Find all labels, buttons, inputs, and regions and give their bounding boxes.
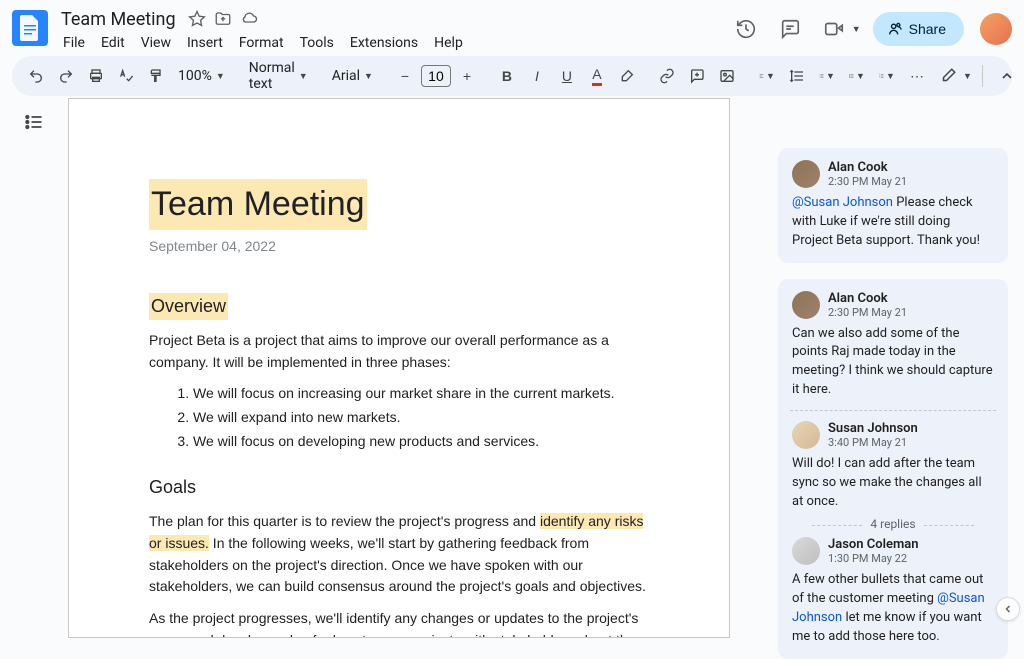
undo-button[interactable] [22, 62, 50, 90]
avatar [792, 291, 820, 319]
comment-time: 2:30 PM May 21 [828, 306, 907, 319]
document-page[interactable]: Team Meeting September 04, 2022 Overview… [68, 98, 730, 638]
checklist-button[interactable]: ▼ [813, 62, 841, 90]
highlight-color-button[interactable] [613, 62, 641, 90]
menu-tools[interactable]: Tools [293, 31, 341, 55]
star-icon[interactable] [187, 9, 207, 29]
chevron-down-icon[interactable]: ▼ [963, 71, 972, 82]
menu-edit[interactable]: Edit [94, 31, 132, 55]
menu-bar: File Edit View Insert Format Tools Exten… [56, 31, 730, 55]
font-size-input[interactable] [421, 65, 451, 87]
zoom-select[interactable]: 100%▼ [172, 64, 231, 88]
bold-button[interactable]: B [493, 62, 521, 90]
meet-icon[interactable] [818, 13, 850, 45]
comment-body: Can we also add some of the points Raj m… [792, 325, 994, 400]
header-right: ▼ Share [730, 8, 1012, 46]
print-button[interactable] [82, 62, 110, 90]
goals-heading: Goals [149, 474, 196, 501]
overview-body: Project Beta is a project that aims to i… [149, 330, 649, 373]
italic-button[interactable]: I [523, 62, 551, 90]
comment-author: Alan Cook [828, 160, 907, 175]
goals-paragraph-2: As the project progresses, we'll identif… [149, 608, 649, 638]
svg-text:1: 1 [879, 74, 880, 76]
link-button[interactable] [653, 62, 681, 90]
menu-extensions[interactable]: Extensions [343, 31, 425, 55]
comment-body: Will do! I can add after the team sync s… [792, 455, 994, 512]
chevron-down-icon[interactable]: ▼ [852, 24, 861, 35]
insert-image-button[interactable] [713, 62, 741, 90]
replies-count[interactable]: 4 replies [792, 511, 994, 537]
app-header: Team Meeting File Edit View Insert Forma… [0, 0, 1024, 52]
comment-time: 1:30 PM May 22 [828, 552, 919, 565]
list-item: We will focus on developing new products… [193, 431, 649, 452]
comment-author: Jason Coleman [828, 537, 919, 552]
toolbar: 100%▼ Normal text▼ Arial▼ − + B I U A ▼ … [12, 56, 1012, 96]
editing-mode-button[interactable] [933, 62, 963, 90]
comment-time: 2:30 PM May 21 [828, 175, 907, 188]
comment-body: A few other bullets that came out of the… [792, 571, 994, 646]
spellcheck-button[interactable] [112, 62, 140, 90]
comment-icon[interactable] [774, 13, 806, 45]
font-select[interactable]: Arial▼ [326, 64, 379, 88]
comment-author: Susan Johnson [828, 421, 918, 436]
align-button[interactable]: ▼ [753, 62, 781, 90]
decrease-font-button[interactable]: − [391, 62, 419, 90]
move-icon[interactable] [213, 9, 233, 29]
comment-time: 3:40 PM May 21 [828, 436, 918, 449]
more-button[interactable]: ⋯ [903, 62, 931, 90]
collapse-toolbar-button[interactable] [993, 62, 1021, 90]
share-label: Share [909, 21, 946, 37]
paint-format-button[interactable] [142, 62, 170, 90]
redo-button[interactable] [52, 62, 80, 90]
document-title[interactable]: Team Meeting [56, 6, 181, 33]
list-item: We will expand into new markets. [193, 407, 649, 428]
list-item: We will focus on increasing our market s… [193, 383, 649, 404]
docs-logo[interactable] [12, 10, 48, 46]
bulleted-list-button[interactable]: ▼ [843, 62, 871, 90]
doc-title-heading: Team Meeting [149, 179, 367, 230]
overview-heading: Overview [149, 293, 228, 320]
cloud-icon[interactable] [239, 9, 259, 29]
expand-side-panel-button[interactable] [996, 597, 1020, 621]
numbered-list-button[interactable]: 123▼ [873, 62, 901, 90]
avatar [792, 160, 820, 188]
goals-paragraph-1: The plan for this quarter is to review t… [149, 511, 649, 598]
line-spacing-button[interactable] [783, 62, 811, 90]
share-button[interactable]: Share [873, 12, 964, 46]
style-select[interactable]: Normal text▼ [243, 56, 314, 96]
avatar [792, 537, 820, 565]
history-icon[interactable] [730, 13, 762, 45]
comments-panel: Alan Cook 2:30 PM May 21 @Susan Johnson … [778, 148, 1008, 659]
increase-font-button[interactable]: + [453, 62, 481, 90]
divider [790, 410, 996, 411]
comment-author: Alan Cook [828, 291, 907, 306]
comment-thread[interactable]: Alan Cook 2:30 PM May 21 Can we also add… [778, 279, 1008, 659]
overview-list: We will focus on increasing our market s… [149, 383, 649, 452]
menu-file[interactable]: File [56, 31, 92, 55]
menu-help[interactable]: Help [427, 31, 470, 55]
avatar [792, 421, 820, 449]
header-main: Team Meeting File Edit View Insert Forma… [56, 8, 730, 55]
doc-date: September 04, 2022 [149, 236, 649, 257]
underline-button[interactable]: U [553, 62, 581, 90]
separator [982, 65, 983, 87]
add-comment-button[interactable] [683, 62, 711, 90]
user-avatar[interactable] [980, 13, 1012, 45]
document-content[interactable]: Team Meeting September 04, 2022 Overview… [69, 99, 729, 638]
menu-format[interactable]: Format [232, 31, 291, 55]
comment-body: @Susan Johnson Please check with Luke if… [792, 194, 994, 251]
comment-card[interactable]: Alan Cook 2:30 PM May 21 @Susan Johnson … [778, 148, 1008, 263]
text-color-button[interactable]: A [583, 62, 611, 90]
outline-toggle-button[interactable] [18, 106, 50, 138]
menu-view[interactable]: View [134, 31, 178, 55]
menu-insert[interactable]: Insert [180, 31, 230, 55]
